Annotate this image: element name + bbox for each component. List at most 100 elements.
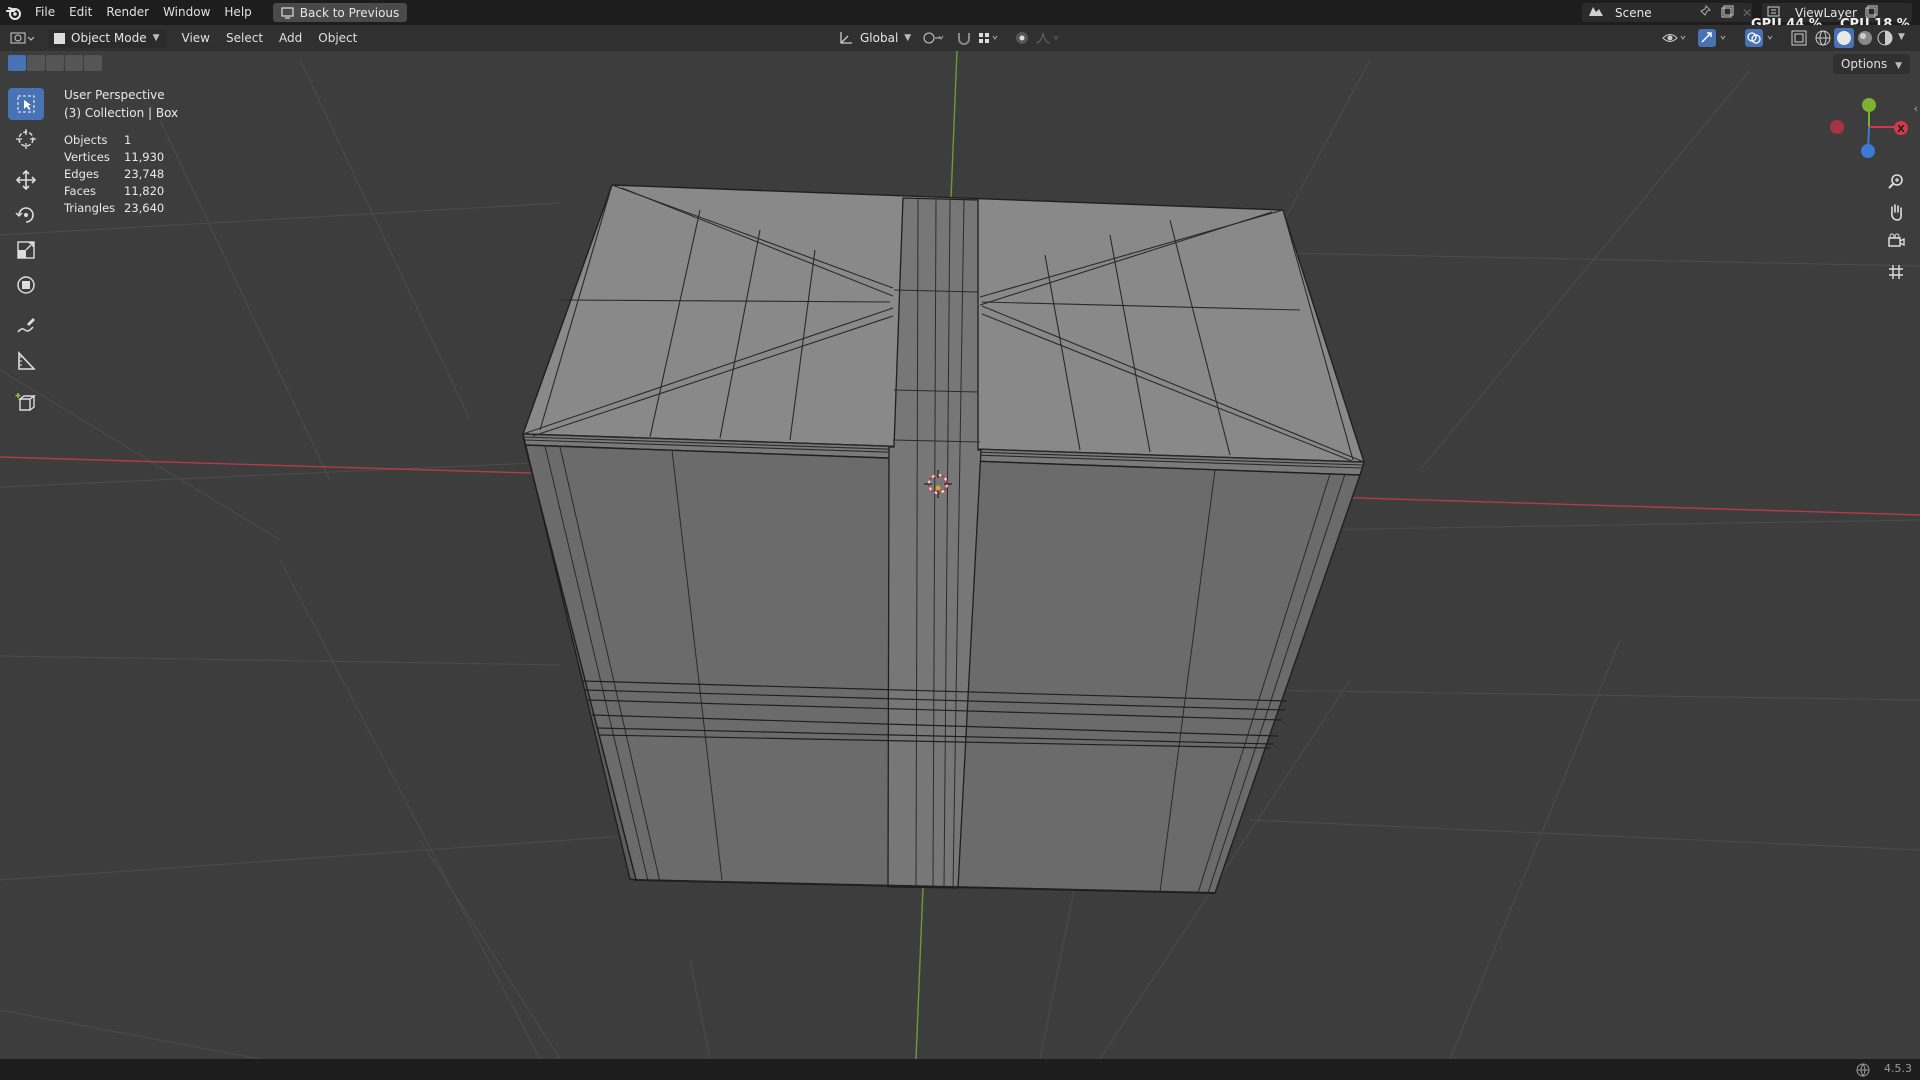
3d-viewport[interactable]: Options ▼ [0,51,1920,1059]
visibility-icon[interactable] [1661,30,1689,49]
transform-orientation-label: Global [860,31,899,45]
annotate-icon [17,318,35,333]
menu-edit[interactable]: Edit [62,0,99,25]
gizmo-z-axis[interactable] [1861,144,1875,158]
transform-tool[interactable] [8,269,44,301]
pin-icon[interactable] [1699,5,1711,20]
rotate-icon [15,207,34,223]
sidebar-toggle-icon[interactable]: ‹ [1914,102,1918,115]
object-mode-label: Object Mode [71,31,147,45]
selection-mode-buttons [8,55,103,71]
viewport-header: Object Mode ▼ View Select Add Object Glo… [0,25,1920,51]
overlay-icon[interactable] [1744,28,1780,51]
stat-value: 11,930 [124,150,165,164]
chevron-down-icon: ▼ [1895,61,1902,71]
transform-icon [17,276,35,294]
xray-icon[interactable] [1790,29,1808,50]
gizmo-y-axis[interactable] [1862,98,1876,112]
gizmo-neg-x-axis[interactable] [1830,120,1844,134]
scene-icon[interactable] [1587,4,1607,21]
navigation-gizmo[interactable]: X [1822,93,1912,173]
ortho-grid-icon [1889,265,1903,279]
pivot-icon[interactable] [922,30,944,49]
options-label: Options [1840,57,1888,71]
stat-value: 1 [124,133,132,147]
stat-label: Objects [64,133,108,147]
camera-icon [1888,233,1905,247]
stat-row: Triangles 23,640 [64,200,164,217]
orientation-icon [840,32,852,44]
menu-add[interactable]: Add [271,31,310,45]
ortho-toggle-button[interactable] [1884,260,1908,284]
snap-icon[interactable] [956,30,972,49]
chevron-down-icon: ▼ [152,33,160,43]
menu-help[interactable]: Help [217,0,258,25]
new-scene-icon[interactable] [1721,5,1734,21]
scale-icon [17,241,35,259]
annotate-tool[interactable] [8,310,44,342]
collection-label: (3) Collection | Box [64,106,179,120]
select-invert-mode[interactable] [65,55,83,71]
menu-view[interactable]: View [174,31,218,45]
measure-icon [18,350,36,370]
menu-object[interactable]: Object [310,31,365,45]
menu-render[interactable]: Render [99,0,156,25]
move-tool[interactable] [8,164,44,196]
gizmo-x-label: X [1897,124,1905,135]
rotate-tool[interactable] [8,199,44,231]
object-mode-dropdown[interactable]: Object Mode ▼ [48,28,166,48]
measure-tool[interactable] [8,345,44,377]
options-dropdown[interactable]: Options ▼ [1832,54,1910,74]
pan-icon [1891,204,1902,221]
select-extend-mode[interactable] [27,55,45,71]
proportional-icon[interactable] [1014,30,1030,49]
back-to-previous-button[interactable]: Back to Previous [272,3,408,22]
back-to-previous-label: Back to Previous [299,5,400,20]
stat-label: Edges [64,167,99,181]
select-new-mode[interactable] [8,55,26,71]
stat-row: Faces 11,820 [64,183,164,200]
viewport-info: User Perspective (3) Collection | Box [64,86,178,122]
viewport-scene[interactable] [0,51,1920,1059]
zoom-button[interactable] [1884,170,1908,194]
chevron-down-icon: ▼ [904,33,912,43]
scale-tool[interactable] [8,234,44,266]
pan-button[interactable] [1884,200,1908,224]
camera-view-button[interactable] [1884,230,1908,254]
add-cube-tool[interactable] [8,386,44,418]
tool-bar [8,88,46,421]
select-box-icon [17,95,35,113]
stat-row: Edges 23,748 [64,166,164,183]
select-intersect-mode[interactable] [84,55,102,71]
material-shading-icon[interactable] [1856,29,1874,50]
solid-shading-icon[interactable] [1834,28,1854,51]
menu-file[interactable]: File [28,0,62,25]
stat-label: Triangles [64,201,116,215]
top-bar: File Edit Render Window Help Back to Pre… [0,0,1920,32]
stat-label: Vertices [64,150,110,164]
menu-window[interactable]: Window [156,0,217,25]
wireframe-shading-icon[interactable] [1814,29,1832,50]
scene-name[interactable]: Scene [1615,6,1695,20]
cursor-tool[interactable] [8,123,44,155]
back-icon [281,6,294,19]
status-bar: 4.5.3 [0,1059,1920,1080]
gizmo-icon[interactable] [1697,28,1733,51]
stat-label: Faces [64,184,96,198]
transform-orientation-dropdown[interactable]: Global ▼ [838,31,911,45]
falloff-icon[interactable] [1034,30,1062,49]
scene-selector[interactable]: Scene ✕ [1582,3,1752,22]
zoom-icon [1888,174,1903,189]
blender-logo-icon[interactable] [0,0,28,25]
network-icon [1856,1063,1870,1080]
menu-select[interactable]: Select [218,31,271,45]
snap-grid-icon[interactable] [977,30,1001,49]
editor-type-icon[interactable] [10,30,40,46]
stat-value: 11,820 [124,184,165,198]
object-origin [935,485,941,491]
select-box-tool[interactable] [8,88,44,120]
stat-row: Objects 1 [64,132,164,149]
chevron-down-icon[interactable]: ▼ [1898,32,1905,42]
select-subtract-mode[interactable] [46,55,64,71]
rendered-shading-icon[interactable] [1876,29,1894,50]
